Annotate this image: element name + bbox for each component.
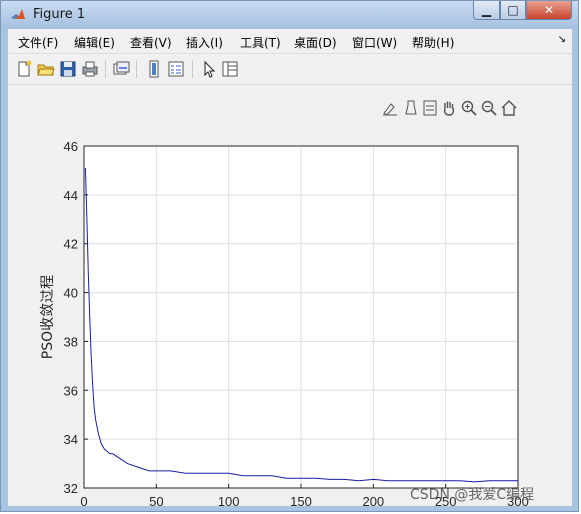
legend-icon[interactable] (166, 59, 186, 79)
property-editor-icon[interactable] (220, 59, 240, 79)
brush-icon[interactable] (381, 99, 399, 117)
watermark-text: CSDN @我爱C编程 (410, 487, 535, 503)
y-tick-label: 46 (64, 139, 78, 154)
maximize-button[interactable]: □ (500, 1, 526, 20)
new-figure-icon[interactable] (14, 59, 34, 79)
close-button[interactable]: ✕ (526, 1, 572, 20)
chevron-icon[interactable]: ↘ (558, 34, 566, 45)
y-tick-label: 36 (64, 383, 78, 398)
x-tick-label: 200 (362, 494, 384, 506)
y-tick-label: 40 (64, 286, 78, 301)
home-icon[interactable] (500, 99, 518, 117)
toolbar-separator (136, 60, 137, 78)
y-tick-label: 32 (64, 481, 78, 496)
toolbar-separator (192, 60, 193, 78)
print-icon[interactable] (80, 59, 100, 79)
menu-window[interactable]: 窗口(W) (352, 34, 397, 51)
zoom-out-icon[interactable] (480, 99, 498, 117)
title-bar[interactable]: Figure 1 ▁ □ ✕ (1, 1, 578, 29)
open-folder-icon[interactable] (36, 59, 56, 79)
menu-bar: 文件(F) 编辑(E) 查看(V) 插入(I) 工具(T) 桌面(D) 窗口(W… (8, 29, 572, 54)
menu-help[interactable]: 帮助(H) (412, 34, 454, 51)
menu-insert[interactable]: 插入(I) (186, 34, 223, 51)
figure-toolbar (8, 54, 572, 85)
menu-view[interactable]: 查看(V) (130, 34, 172, 51)
window-title: Figure 1 (33, 7, 86, 22)
figure-canvas: 0501001502002503003234363840424446迭代次数PS… (8, 85, 572, 506)
plot-chart: 0501001502002503003234363840424446迭代次数PS… (40, 139, 529, 506)
y-tick-label: 34 (64, 432, 78, 447)
figure-window: Figure 1 ▁ □ ✕ 文件(F) 编辑(E) 查看(V) 插入(I) 工… (0, 0, 579, 512)
menu-desktop[interactable]: 桌面(D) (294, 34, 337, 51)
colorbar-icon[interactable] (144, 59, 164, 79)
insert-legend-icon[interactable] (421, 99, 439, 117)
figure-client-area: 文件(F) 编辑(E) 查看(V) 插入(I) 工具(T) 桌面(D) 窗口(W… (8, 29, 572, 506)
y-axis-label: PSO收敛过程 (40, 275, 56, 359)
x-tick-label: 100 (218, 494, 240, 506)
save-icon[interactable] (58, 59, 78, 79)
matlab-logo-icon (11, 9, 25, 19)
pointer-icon[interactable] (199, 59, 219, 79)
y-tick-label: 42 (64, 237, 78, 252)
minimize-button[interactable]: ▁ (473, 1, 500, 20)
link-figure-icon[interactable] (111, 59, 131, 79)
pan-hand-icon[interactable] (440, 99, 458, 117)
y-tick-label: 44 (64, 188, 78, 203)
menu-edit[interactable]: 编辑(E) (74, 34, 115, 51)
data-tips-icon[interactable] (402, 99, 420, 117)
menu-file[interactable]: 文件(F) (18, 34, 58, 51)
x-tick-label: 0 (80, 494, 87, 506)
zoom-in-icon[interactable] (460, 99, 478, 117)
menu-tools[interactable]: 工具(T) (240, 34, 281, 51)
x-tick-label: 150 (290, 494, 312, 506)
y-tick-label: 38 (64, 334, 78, 349)
x-tick-label: 50 (149, 494, 163, 506)
toolbar-separator (105, 60, 106, 78)
